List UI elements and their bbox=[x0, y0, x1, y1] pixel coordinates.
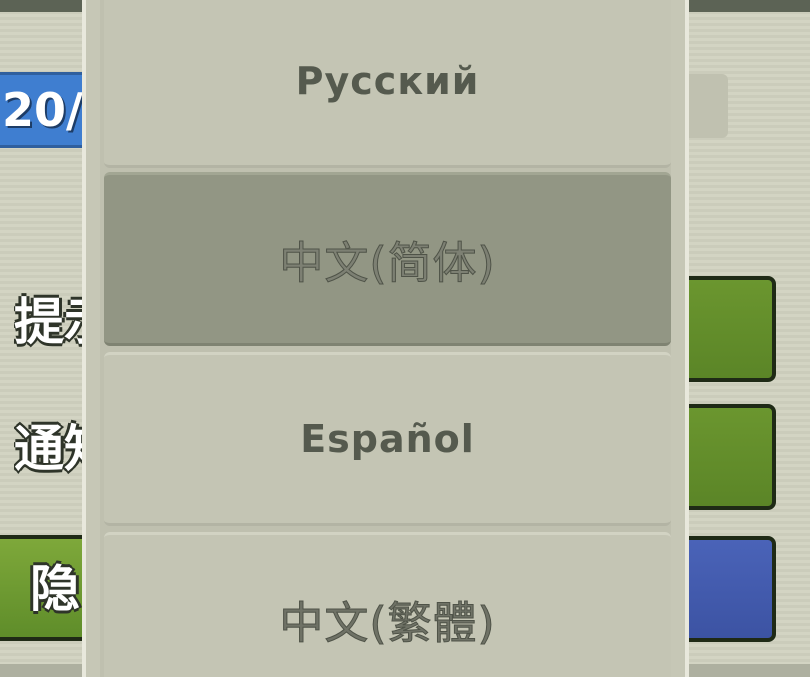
language-option-label: 中文(繁體) bbox=[279, 598, 496, 650]
language-option-label: Español bbox=[300, 417, 475, 461]
language-option-spanish[interactable]: Español bbox=[104, 352, 671, 526]
language-dropdown[interactable]: Русский 中文(简体) Español 中文(繁體) bbox=[82, 0, 689, 677]
hide-button-label: 隐 bbox=[30, 560, 80, 618]
language-option-chinese-simplified[interactable]: 中文(简体) bbox=[104, 172, 671, 346]
hide-button[interactable]: 隐 bbox=[0, 535, 92, 641]
setting-label-hints: 提示 bbox=[14, 293, 89, 351]
setting-label-notifications: 通知 bbox=[14, 420, 89, 478]
language-option-chinese-traditional[interactable]: 中文(繁體) bbox=[104, 532, 671, 677]
language-option-russian[interactable]: Русский bbox=[104, 0, 671, 168]
language-option-label: 中文(简体) bbox=[279, 238, 496, 290]
date-display: 20/ bbox=[0, 72, 90, 148]
language-option-label: Русский bbox=[295, 59, 480, 103]
